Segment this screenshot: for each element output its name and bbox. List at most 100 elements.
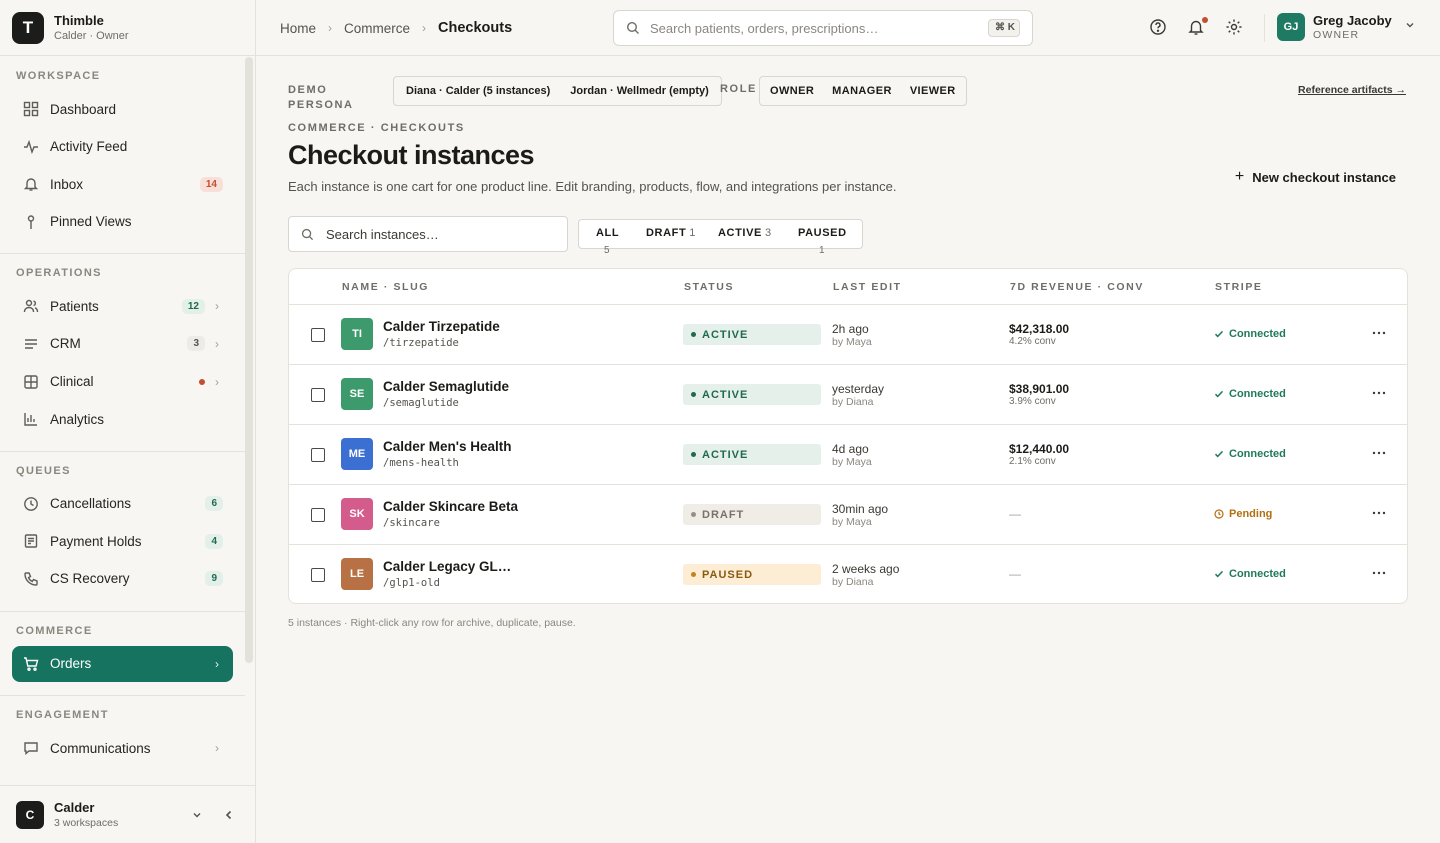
persona-jordan-button[interactable]: Jordan · Wellmedr (empty) [560, 85, 719, 97]
chevron-right-icon: › [215, 299, 219, 314]
check-icon [1214, 390, 1224, 398]
row-checkbox[interactable] [311, 448, 325, 462]
more-actions-icon[interactable] [1371, 445, 1387, 461]
sidebar-scrollbar-thumb[interactable] [245, 57, 253, 663]
phone-icon [22, 570, 40, 588]
sidebar-item-dashboard[interactable]: Dashboard [12, 91, 233, 127]
sidebar-item-cancellations[interactable]: Cancellations 6 [12, 486, 233, 522]
instance-avatar: SE [341, 378, 373, 410]
notifications-icon[interactable] [1187, 17, 1208, 38]
instance-name[interactable]: Calder Legacy GL… [383, 559, 511, 574]
column-header-last-edit[interactable]: LAST EDIT [833, 281, 902, 293]
status-label: PAUSED [702, 568, 754, 581]
section-title: QUEUES [16, 464, 71, 477]
sidebar-item-orders[interactable]: Orders › [12, 645, 233, 682]
stripe-status: Connected [1214, 388, 1286, 400]
section-title: ENGAGEMENT [16, 709, 109, 722]
instance-slug: /semaglutide [383, 397, 459, 409]
instance-slug: /mens-health [383, 457, 459, 469]
sidebar-scrollbar[interactable] [245, 57, 255, 785]
sidebar-item-payment-holds[interactable]: Payment Holds 4 [12, 523, 233, 559]
role-manager-button[interactable]: MANAGER [823, 85, 901, 97]
table-row[interactable]: LE Calder Legacy GL… /glp1-old PAUSED 2 … [289, 545, 1407, 603]
sidebar-item-label: Patients [50, 298, 99, 314]
instance-name[interactable]: Calder Skincare Beta [383, 499, 518, 514]
more-actions-icon[interactable] [1371, 385, 1387, 401]
instance-name[interactable]: Calder Semaglutide [383, 379, 509, 394]
filter-active[interactable]: ACTIVE 3 [718, 227, 772, 239]
more-actions-icon[interactable] [1371, 505, 1387, 521]
sidebar-item-label: Activity Feed [50, 139, 128, 155]
sidebar-item-communications[interactable]: Communications › [12, 730, 233, 766]
notification-dot [1202, 17, 1208, 23]
breadcrumb-commerce[interactable]: Commerce [344, 21, 410, 36]
clock-icon [1214, 509, 1224, 519]
sidebar-item-label: Orders [50, 656, 92, 672]
user-menu[interactable]: GJ Greg Jacoby OWNER [1277, 13, 1418, 41]
sidebar-item-analytics[interactable]: Analytics [12, 401, 233, 437]
chevron-right-icon: › [215, 336, 219, 351]
instance-avatar: SK [341, 498, 373, 530]
status-dot [691, 332, 696, 337]
role-viewer-button[interactable]: VIEWER [901, 85, 965, 97]
row-checkbox[interactable] [311, 388, 325, 402]
sidebar-item-pinned-views[interactable]: Pinned Views [12, 204, 233, 240]
cart-icon [22, 655, 40, 673]
avatar: GJ [1277, 13, 1305, 41]
row-checkbox[interactable] [311, 568, 325, 582]
new-checkout-instance-button[interactable]: + New checkout instance [1235, 168, 1396, 185]
table-row[interactable]: SE Calder Semaglutide /semaglutide ACTIV… [289, 365, 1407, 425]
page-overline: COMMERCE · CHECKOUTS [288, 122, 465, 134]
column-header-name[interactable]: NAME · SLUG [342, 281, 429, 293]
nav-section-commerce: COMMERCE Orders › [0, 612, 245, 697]
breadcrumb-current: Checkouts [438, 20, 513, 36]
table-row[interactable]: SK Calder Skincare Beta /skincare DRAFT … [289, 485, 1407, 545]
conversion-value: 2.1% conv [1009, 456, 1056, 467]
row-checkbox[interactable] [311, 328, 325, 342]
status-badge: PAUSED [683, 564, 821, 585]
table-row[interactable]: ME Calder Men's Health /mens-health ACTI… [289, 425, 1407, 485]
sidebar-item-patients[interactable]: Patients 12 › [12, 288, 233, 324]
more-actions-icon[interactable] [1371, 325, 1387, 341]
reference-artifacts-link[interactable]: Reference artifacts → [1298, 84, 1406, 96]
last-edit-author: by Maya [832, 456, 872, 468]
instance-search-input[interactable]: Search instances… [288, 216, 568, 252]
sidebar-item-crm[interactable]: CRM 3 › [12, 326, 233, 362]
chevron-down-icon[interactable] [187, 805, 207, 825]
column-header-status[interactable]: STATUS [684, 281, 734, 293]
patients-count-badge: 12 [181, 298, 205, 314]
table-row[interactable]: TI Calder Tirzepatide /tirzepatide ACTIV… [289, 305, 1407, 365]
instance-avatar: TI [341, 318, 373, 350]
divider [1264, 14, 1265, 42]
check-icon [1214, 570, 1224, 578]
filter-paused[interactable]: PAUSED [798, 227, 847, 239]
revenue-empty: — [1009, 507, 1021, 521]
instance-name[interactable]: Calder Men's Health [383, 439, 512, 454]
bell-icon [22, 175, 40, 193]
sidebar-item-clinical[interactable]: Clinical › [12, 364, 233, 400]
column-header-revenue[interactable]: 7D REVENUE · CONV [1010, 281, 1144, 293]
row-checkbox[interactable] [311, 508, 325, 522]
instance-search-placeholder: Search instances… [326, 226, 439, 242]
global-search-input[interactable]: Search patients, orders, prescriptions… … [613, 10, 1033, 46]
filter-all[interactable]: ALL [596, 227, 619, 239]
stripe-status: Connected [1214, 568, 1286, 580]
conversion-value: 4.2% conv [1009, 336, 1056, 347]
persona-diana-button[interactable]: Diana · Calder (5 instances) [396, 85, 560, 97]
more-actions-icon[interactable] [1371, 565, 1387, 581]
instance-name[interactable]: Calder Tirzepatide [383, 319, 500, 334]
column-header-stripe[interactable]: STRIPE [1215, 281, 1263, 293]
help-icon[interactable] [1149, 18, 1169, 38]
brand[interactable]: T Thimble Calder · Owner [0, 0, 255, 56]
sidebar-item-cs-recovery[interactable]: CS Recovery 9 [12, 561, 233, 597]
instance-slug: /skincare [383, 517, 440, 529]
instance-slug: /glp1-old [383, 577, 440, 589]
sidebar-item-activity-feed[interactable]: Activity Feed [12, 129, 233, 165]
collapse-sidebar-icon[interactable] [219, 805, 239, 825]
sidebar-item-inbox[interactable]: Inbox 14 [12, 166, 233, 202]
role-owner-button[interactable]: OWNER [761, 85, 823, 97]
workspace-switcher[interactable]: C Calder 3 workspaces [0, 785, 255, 843]
breadcrumb-home[interactable]: Home [280, 21, 316, 36]
filter-draft[interactable]: DRAFT 1 [646, 227, 696, 239]
gear-icon[interactable] [1225, 18, 1245, 38]
